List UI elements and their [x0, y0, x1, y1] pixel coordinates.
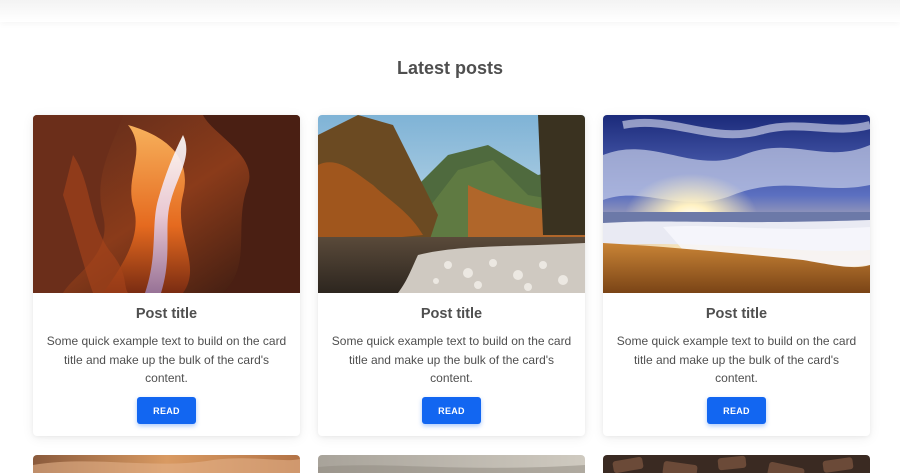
- post-card: Post title Some quick example text to bu…: [603, 115, 870, 436]
- post-title: Post title: [705, 306, 768, 322]
- post-card-partial: [33, 455, 300, 473]
- post-title: Post title: [420, 306, 483, 322]
- post-text: Some quick example text to build on the …: [331, 334, 572, 385]
- mountain-river-image[interactable]: [318, 115, 585, 293]
- read-button[interactable]: READ: [707, 397, 766, 424]
- post-image-partial[interactable]: [603, 455, 870, 473]
- navbar: [0, 0, 900, 22]
- beach-sunset-image[interactable]: [603, 115, 870, 293]
- post-card: Post title Some quick example text to bu…: [318, 115, 585, 436]
- post-image-partial[interactable]: [318, 455, 585, 473]
- canyon-image[interactable]: [33, 115, 300, 293]
- read-button[interactable]: READ: [137, 397, 196, 424]
- section-title: Latest posts: [396, 58, 504, 78]
- post-title: Post title: [135, 306, 198, 322]
- post-card: Post title Some quick example text to bu…: [33, 115, 300, 436]
- post-text: Some quick example text to build on the …: [616, 334, 857, 385]
- post-card-partial: [318, 455, 585, 473]
- post-card-partial: [603, 455, 870, 473]
- post-text: Some quick example text to build on the …: [46, 334, 287, 385]
- post-image-partial[interactable]: [33, 455, 300, 473]
- read-button[interactable]: READ: [422, 397, 481, 424]
